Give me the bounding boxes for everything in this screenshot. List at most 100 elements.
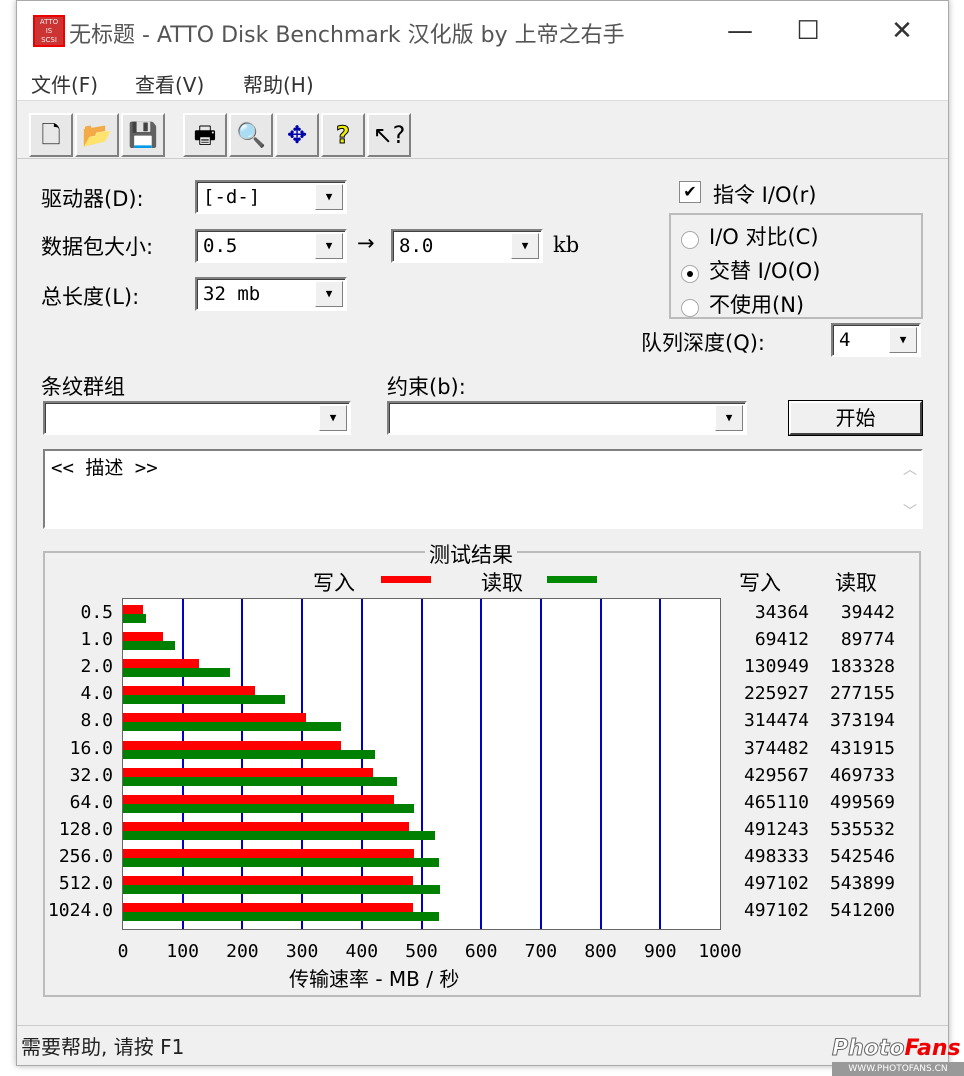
results-title: 测试结果 <box>425 539 517 569</box>
radio-option[interactable]: 交替 I/O(O) <box>681 255 921 289</box>
drive-select[interactable]: [-d-]▼ <box>195 180 347 214</box>
write-bar <box>123 795 394 804</box>
window-title: 无标题 - ATTO Disk Benchmark 汉化版 by 上帝之右手 <box>69 17 625 49</box>
radio-button[interactable] <box>681 265 699 283</box>
x-tick-label: 300 <box>272 941 332 962</box>
read-value: 499569 <box>815 792 895 813</box>
toolbar: 🗋 📂 💾 🖶 🔍 ✥?↖? <box>17 105 948 159</box>
read-bar <box>123 722 341 731</box>
chevron-down-icon[interactable]: ▼ <box>315 281 343 307</box>
status-text: 需要帮助, 请按 F1 <box>21 1031 184 1060</box>
radio-option[interactable]: I/O 对比(C) <box>681 221 921 255</box>
read-value: 541200 <box>815 900 895 921</box>
read-value: 469733 <box>815 765 895 786</box>
help-button[interactable]: ? <box>321 113 365 157</box>
direct-io-label: 指令 I/O(r) <box>713 179 817 209</box>
write-bar <box>123 741 341 750</box>
move-button[interactable]: ✥ <box>275 113 319 157</box>
read-value: 543899 <box>815 873 895 894</box>
write-value: 497102 <box>729 873 809 894</box>
context-help-button[interactable]: ↖? <box>367 113 411 157</box>
write-value: 429567 <box>729 765 809 786</box>
category-label: 0.5 <box>43 602 113 623</box>
radio-button[interactable] <box>681 299 699 317</box>
transfer-from-select[interactable]: 0.5▼ <box>195 229 347 263</box>
transfer-to-value: 8.0 <box>399 235 433 257</box>
legend-read-label: 读取 <box>481 567 523 597</box>
write-value: 34364 <box>729 602 809 623</box>
x-tick-label: 1000 <box>690 941 750 962</box>
write-bar <box>123 605 143 614</box>
radio-option[interactable]: 不使用(N) <box>681 289 921 323</box>
category-label: 8.0 <box>43 710 113 731</box>
restrict-label: 约束(b): <box>387 371 466 401</box>
print-icon: 🖶 <box>194 121 217 149</box>
transfer-unit: kb <box>553 233 579 257</box>
app-icon: ATTOISSCSI <box>33 15 65 47</box>
read-value: 183328 <box>815 656 895 677</box>
maximize-button[interactable]: ☐ <box>785 11 831 51</box>
start-button[interactable]: 开始 <box>789 401 922 435</box>
chevron-down-icon[interactable]: ▼ <box>715 405 743 431</box>
queue-depth-select[interactable]: 4▼ <box>831 323 921 357</box>
gridline <box>540 599 542 929</box>
write-value: 498333 <box>729 846 809 867</box>
new-button[interactable]: 🗋 <box>29 113 73 157</box>
x-tick-label: 600 <box>451 941 511 962</box>
description-box[interactable]: << 描述 >> ︿ ﹀ <box>43 449 923 529</box>
total-length-label: 总长度(L): <box>41 281 139 311</box>
stripe-group-label: 条纹群组 <box>41 371 125 401</box>
status-divider <box>17 1025 948 1026</box>
watermark-url: WWW.PHOTOFANS.CN <box>832 1062 964 1076</box>
category-label: 512.0 <box>43 873 113 894</box>
menu-view[interactable]: 查看(V) <box>135 69 204 98</box>
title-bar: ATTOISSCSI 无标题 - ATTO Disk Benchmark 汉化版… <box>17 1 948 63</box>
read-column-header: 读取 <box>835 567 877 597</box>
radio-button[interactable] <box>681 231 699 249</box>
scroll-down-icon[interactable]: ﹀ <box>903 501 917 521</box>
save-button[interactable]: 💾 <box>121 113 165 157</box>
total-length-select[interactable]: 32 mb ▼ <box>195 277 347 311</box>
x-tick-label: 0 <box>93 941 153 962</box>
chevron-down-icon[interactable]: ▼ <box>889 327 917 353</box>
scroll-up-icon[interactable]: ︿ <box>903 459 917 479</box>
menu-help[interactable]: 帮助(H) <box>243 69 314 98</box>
menu-bar: 文件(F) 查看(V) 帮助(H) <box>17 63 948 101</box>
print-preview-icon: 🔍 <box>236 121 266 149</box>
chevron-down-icon[interactable]: ▼ <box>315 184 343 210</box>
read-bar <box>123 858 439 867</box>
description-text: << 描述 >> <box>45 451 921 482</box>
legend-read-swatch <box>547 576 597 583</box>
close-button[interactable]: ✕ <box>879 11 925 51</box>
minimize-button[interactable]: — <box>717 11 763 51</box>
menu-file[interactable]: 文件(F) <box>31 69 98 98</box>
restrict-select[interactable]: ▼ <box>387 401 747 435</box>
chevron-down-icon[interactable]: ▼ <box>511 233 539 259</box>
write-value: 225927 <box>729 683 809 704</box>
stripe-group-select[interactable]: ▼ <box>43 401 351 435</box>
total-length-value: 32 mb <box>203 283 260 305</box>
chevron-down-icon[interactable]: ▼ <box>315 233 343 259</box>
category-label: 64.0 <box>43 792 113 813</box>
category-label: 2.0 <box>43 656 113 677</box>
category-label: 32.0 <box>43 765 113 786</box>
direct-io-checkbox[interactable]: ✔ <box>679 181 701 203</box>
chart-plot-area <box>122 598 721 930</box>
print-button[interactable]: 🖶 <box>183 113 227 157</box>
read-value: 39442 <box>815 602 895 623</box>
transfer-to-select[interactable]: 8.0 ▼ <box>391 229 543 263</box>
open-icon: 📂 <box>82 121 112 149</box>
chevron-down-icon[interactable]: ▼ <box>319 405 347 431</box>
category-label: 1024.0 <box>43 900 113 921</box>
legend-write-label: 写入 <box>313 567 355 597</box>
x-tick-label: 900 <box>630 941 690 962</box>
write-bar <box>123 768 373 777</box>
write-value: 374482 <box>729 738 809 759</box>
category-label: 16.0 <box>43 738 113 759</box>
save-icon: 💾 <box>128 121 158 149</box>
print-preview-button[interactable]: 🔍 <box>229 113 273 157</box>
write-bar <box>123 686 255 695</box>
radio-label: I/O 对比(C) <box>709 225 819 249</box>
open-button[interactable]: 📂 <box>75 113 119 157</box>
write-bar <box>123 903 413 912</box>
